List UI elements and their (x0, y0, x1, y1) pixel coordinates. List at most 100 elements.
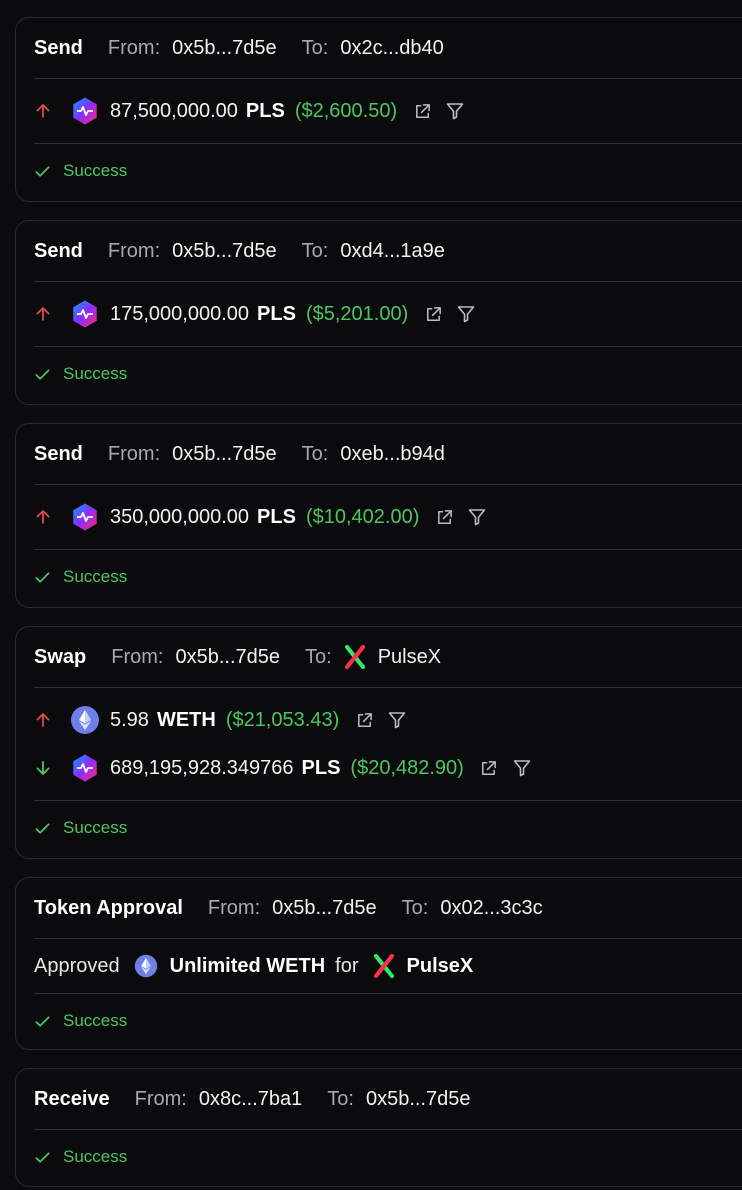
transfer-row: 87,500,000.00 PLS ($2,600.50) (34, 87, 742, 135)
transfer-amount: 5.98 (110, 708, 149, 731)
transaction-type: Receive (34, 1087, 110, 1110)
status-badge: Success (34, 347, 742, 401)
from-label: From: (107, 36, 161, 59)
status-text: Success (63, 818, 128, 837)
transfer-list: 350,000,000.00 PLS ($10,402.00) (34, 485, 742, 550)
status-text: Success (63, 364, 128, 383)
transfer-list: 175,000,000.00 PLS ($5,201.00) (34, 282, 742, 347)
check-icon (35, 571, 50, 583)
status-badge: Success (34, 994, 742, 1048)
up-arrow-icon (34, 711, 56, 729)
external-link-icon[interactable] (353, 709, 375, 731)
token-symbol[interactable]: PLS (302, 757, 341, 780)
transfer-list: 87,500,000.00 PLS ($2,600.50) (34, 79, 742, 144)
transaction-type: Send (34, 36, 83, 59)
external-link-icon[interactable] (422, 303, 444, 325)
filter-icon[interactable] (386, 709, 408, 731)
transaction-card: Token Approval From: 0x5b...7d5e To: 0x0… (15, 877, 742, 1050)
external-link-icon[interactable] (411, 100, 433, 122)
filter-icon[interactable] (455, 303, 477, 325)
filter-icon[interactable] (466, 506, 488, 528)
up-arrow-icon (34, 102, 56, 120)
approval-prefix: Approved (34, 954, 120, 977)
transfer-amount: 689,195,928.349766 (110, 756, 294, 779)
up-arrow-icon (34, 305, 56, 323)
from-label: From: (107, 239, 161, 262)
to-address[interactable]: 0xd4...1a9e (340, 240, 445, 263)
pulsex-icon (373, 954, 395, 978)
ethereum-icon (70, 705, 100, 735)
usd-value: ($5,201.00) (305, 302, 409, 325)
approval-row: Approved Unlimited WETH for PulseX (34, 939, 742, 994)
to-address[interactable]: PulseX (378, 646, 441, 669)
transfer-amount: 87,500,000.00 (110, 99, 238, 122)
from-label: From: (134, 1087, 187, 1110)
usd-value: ($2,600.50) (294, 99, 398, 122)
transaction-type: Send (34, 239, 83, 262)
status-badge: Success (34, 550, 742, 604)
from-address[interactable]: 0x5b...7d5e (172, 37, 277, 60)
to-label: To: (327, 1087, 354, 1110)
to-address[interactable]: 0x2c...db40 (340, 37, 443, 60)
status-badge: Success (34, 801, 742, 855)
transfer-row: 689,195,928.349766 PLS ($20,482.90) (34, 744, 742, 792)
from-address[interactable]: 0x5b...7d5e (175, 646, 280, 669)
token-symbol[interactable]: WETH (157, 709, 216, 732)
check-icon (35, 1015, 50, 1027)
token-symbol[interactable]: PLS (257, 506, 296, 529)
approval-for: for (335, 954, 359, 977)
up-arrow-icon (34, 508, 56, 526)
from-label: From: (207, 896, 261, 919)
to-label: To: (301, 239, 329, 262)
transfer-row: 350,000,000.00 PLS ($10,402.00) (34, 493, 742, 541)
to-address[interactable]: 0xeb...b94d (340, 443, 445, 466)
external-link-icon[interactable] (478, 757, 500, 779)
transaction-card: Swap From: 0x5b...7d5e To: PulseX 5.98 W… (15, 626, 742, 859)
transaction-card: Send From: 0x5b...7d5e To: 0xeb...b94d 3… (15, 423, 742, 608)
transaction-card: Send From: 0x5b...7d5e To: 0x2c...db40 8… (15, 17, 742, 202)
to-label: To: (401, 896, 429, 919)
from-address[interactable]: 0x5b...7d5e (172, 443, 277, 466)
status-text: Success (63, 161, 128, 180)
check-icon (35, 1151, 50, 1163)
status-text: Success (63, 567, 128, 586)
filter-icon[interactable] (511, 757, 533, 779)
check-icon (35, 165, 50, 177)
transaction-header: Send From: 0x5b...7d5e To: 0xd4...1a9e (34, 221, 742, 282)
transfer-amount: 175,000,000.00 (110, 302, 250, 325)
status-text: Success (63, 1011, 128, 1030)
approval-token[interactable]: Unlimited WETH (170, 955, 326, 978)
to-label: To: (301, 36, 329, 59)
status-badge: Success (34, 1130, 742, 1184)
transfer-row: 175,000,000.00 PLS ($5,201.00) (34, 290, 742, 338)
down-arrow-icon (34, 759, 56, 777)
transfer-row: 5.98 WETH ($21,053.43) (34, 696, 742, 744)
from-address[interactable]: 0x5b...7d5e (172, 240, 277, 263)
from-address[interactable]: 0x5b...7d5e (272, 897, 377, 920)
usd-value: ($10,402.00) (305, 505, 420, 528)
transaction-type: Token Approval (34, 896, 183, 919)
transaction-type: Send (34, 442, 83, 465)
to-address[interactable]: 0x5b...7d5e (366, 1088, 471, 1111)
token-symbol[interactable]: PLS (246, 100, 285, 123)
filter-icon[interactable] (444, 100, 466, 122)
approval-spender[interactable]: PulseX (407, 955, 474, 978)
token-symbol[interactable]: PLS (257, 303, 296, 326)
pulsechain-icon (70, 96, 100, 126)
transaction-type: Swap (34, 645, 87, 668)
transfer-amount: 350,000,000.00 (110, 505, 250, 528)
pulsechain-icon (70, 753, 100, 783)
transaction-card: Receive From: 0x8c...7ba1 To: 0x5b...7d5… (15, 1068, 742, 1187)
to-label: To: (301, 442, 329, 465)
external-link-icon[interactable] (433, 506, 455, 528)
pulsechain-icon (70, 502, 100, 532)
from-address[interactable]: 0x8c...7ba1 (199, 1088, 302, 1111)
transaction-header: Token Approval From: 0x5b...7d5e To: 0x0… (34, 878, 742, 939)
usd-value: ($20,482.90) (350, 756, 464, 779)
transaction-card: Send From: 0x5b...7d5e To: 0xd4...1a9e 1… (15, 220, 742, 405)
check-icon (35, 822, 50, 834)
status-text: Success (63, 1147, 128, 1166)
to-address[interactable]: 0x02...3c3c (440, 897, 542, 920)
transaction-header: Send From: 0x5b...7d5e To: 0xeb...b94d (34, 424, 742, 485)
transaction-header: Receive From: 0x8c...7ba1 To: 0x5b...7d5… (34, 1069, 742, 1130)
